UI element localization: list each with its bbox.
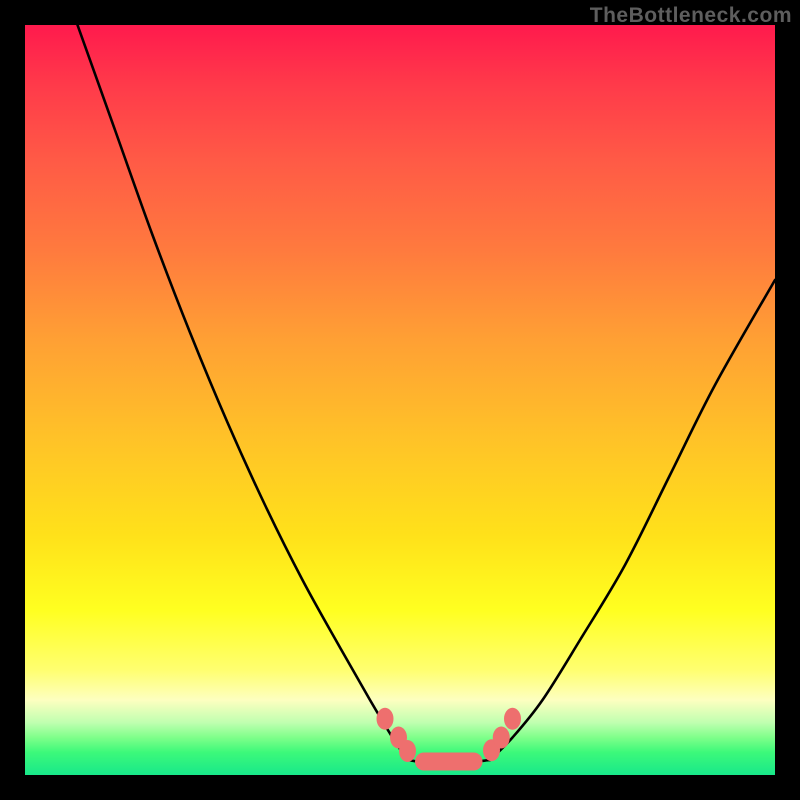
plot-area: [25, 25, 775, 775]
watermark-text: TheBottleneck.com: [590, 4, 792, 28]
left-curve: [78, 25, 408, 760]
chart-frame: TheBottleneck.com: [0, 0, 800, 800]
curve-group: [78, 25, 776, 763]
marker-right-dot-2: [504, 708, 521, 730]
curve-svg: [25, 25, 775, 775]
marker-left-dot-2: [399, 740, 416, 762]
valley-markers: [377, 708, 522, 771]
marker-left-dot-0: [377, 708, 394, 730]
right-curve: [490, 280, 775, 760]
marker-right-dot-1: [493, 727, 510, 749]
marker-floor-pill: [415, 753, 483, 771]
